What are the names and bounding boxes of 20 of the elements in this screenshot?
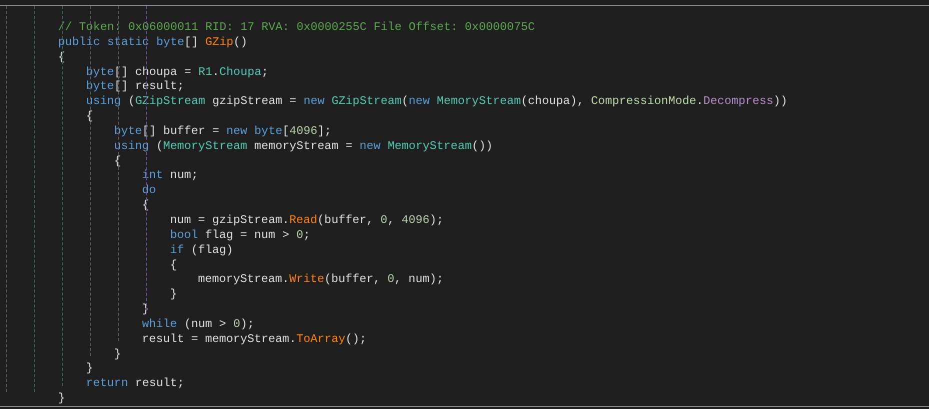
code-line: using (GZipStream gzipStream = new GZipStream(new MemoryStream(choupa), CompressionMode.Decompress)) [86, 94, 788, 110]
code-line: return result; [86, 376, 184, 392]
code-line: } [86, 361, 94, 376]
code-line: byte[] result; [86, 79, 184, 94]
code-line: using (MemoryStream memoryStream = new MemoryStream()) [114, 138, 493, 154]
code-line: if (flag) [170, 242, 234, 258]
code-line: result = memoryStream.ToArray(); [142, 332, 366, 347]
code-line: public static byte[] GZip() [58, 34, 248, 50]
code-line: bool flag = num > 0; [170, 228, 310, 243]
code-line: { [86, 109, 94, 124]
code-line: byte[] buffer = new byte[4096]; [114, 124, 332, 139]
code-line: } [170, 287, 178, 302]
code-line: do [142, 183, 156, 198]
code-line: { [114, 154, 122, 168]
code-line: } [58, 391, 66, 406]
code-line: while (num > 0); [142, 316, 254, 332]
code-line: memoryStream.Write(buffer, 0, num); [198, 272, 444, 288]
code-line: num = gzipStream.Read(buffer, 0, 4096); [170, 212, 444, 228]
code-line: } [114, 346, 122, 362]
code-line: { [170, 258, 178, 272]
